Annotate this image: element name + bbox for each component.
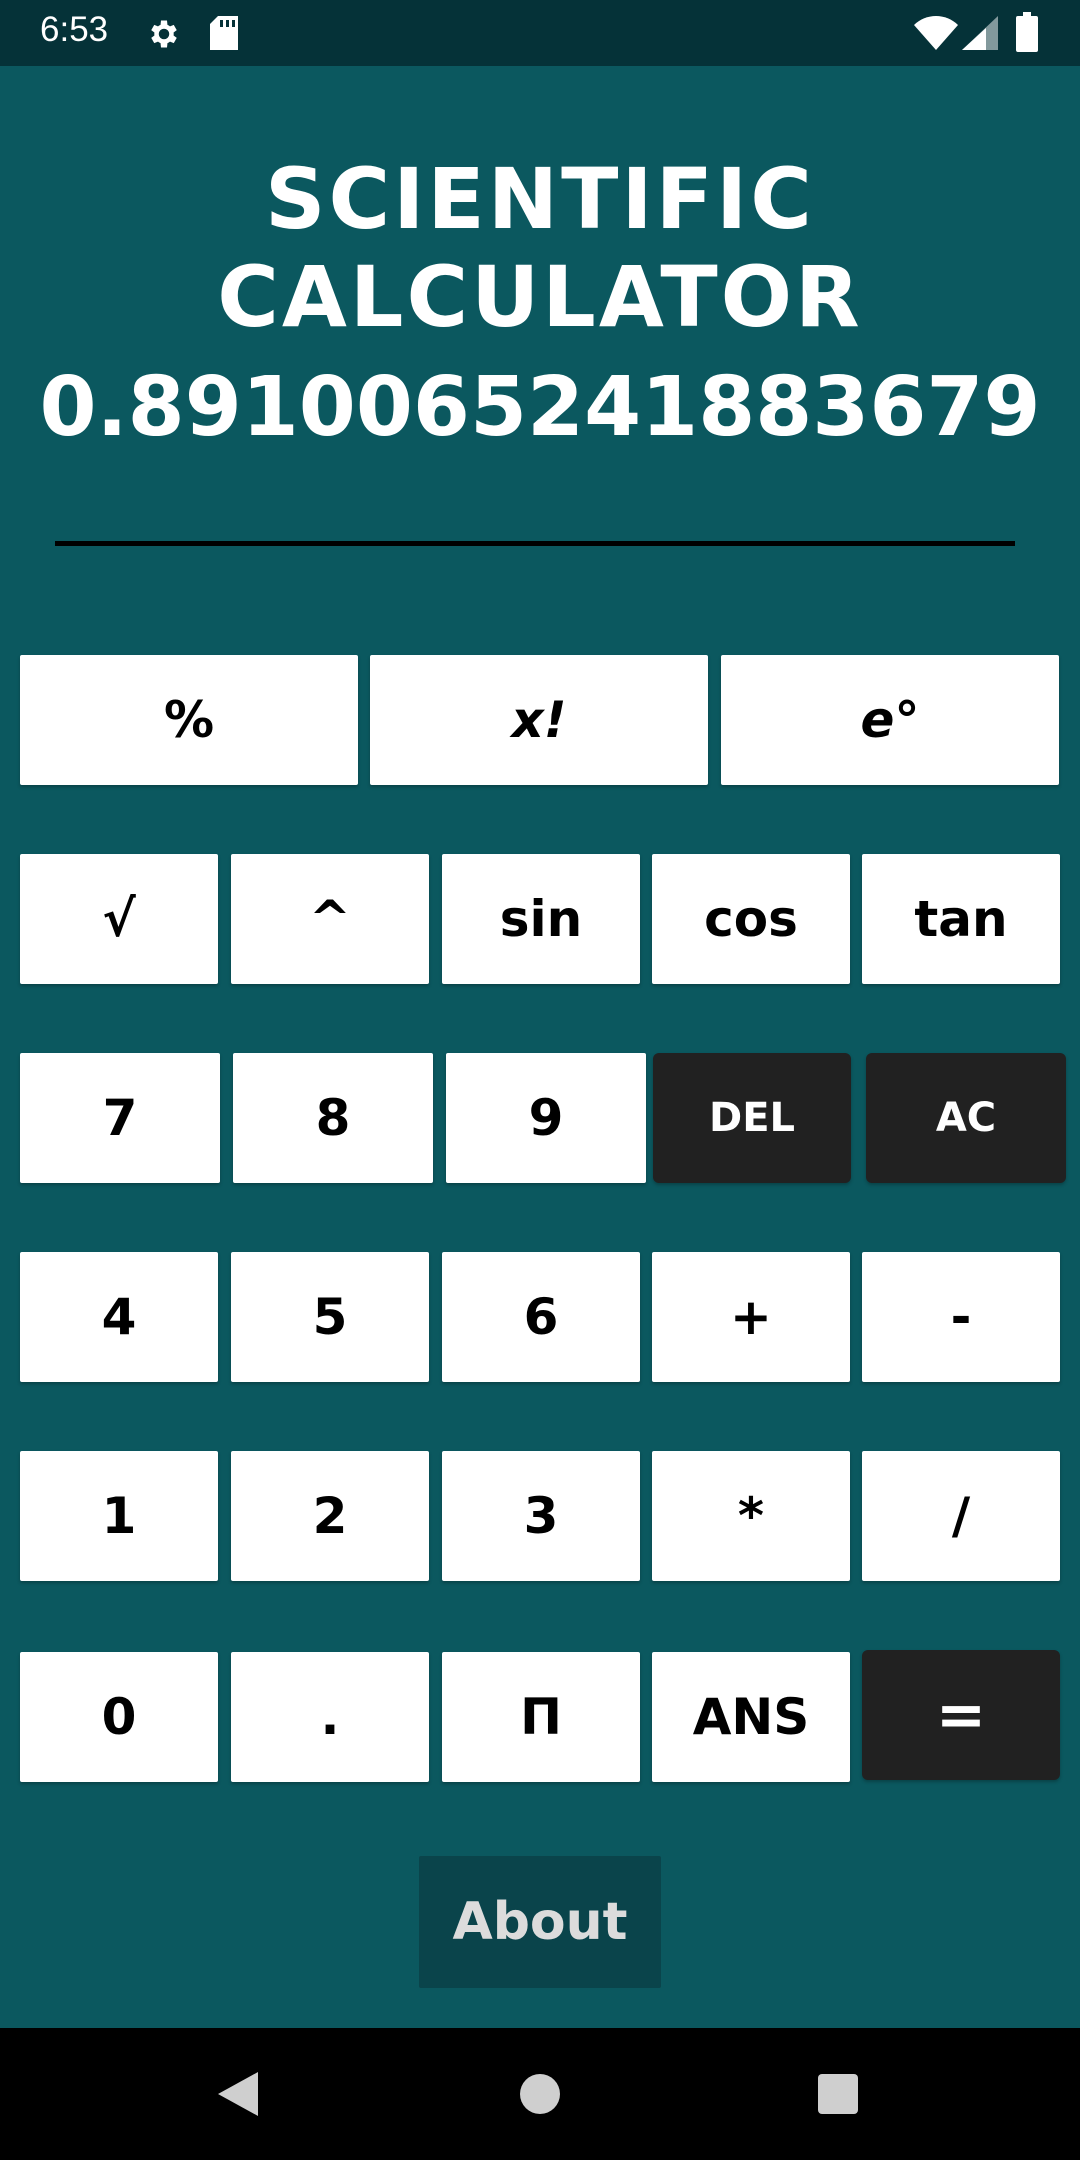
digit-2-key[interactable]: 2	[231, 1451, 429, 1581]
percent-key[interactable]: %	[20, 655, 358, 785]
digit-8-key[interactable]: 8	[233, 1053, 433, 1183]
app-title: SCIENTIFIC CALCULATOR	[217, 150, 863, 346]
decimal-point-key[interactable]: .	[231, 1652, 429, 1782]
pi-key[interactable]: Π	[442, 1652, 640, 1782]
battery-icon	[1016, 12, 1038, 56]
status-bar: 6:53	[0, 0, 1080, 66]
digit-3-key[interactable]: 3	[442, 1451, 640, 1581]
minus-key[interactable]: -	[862, 1252, 1060, 1382]
exp-key[interactable]: e°	[721, 655, 1059, 785]
recents-icon[interactable]	[818, 2074, 858, 2114]
plus-key[interactable]: +	[652, 1252, 850, 1382]
multiply-key[interactable]: *	[652, 1451, 850, 1581]
digit-6-key[interactable]: 6	[442, 1252, 640, 1382]
digit-9-key[interactable]: 9	[446, 1053, 646, 1183]
digit-0-key[interactable]: 0	[20, 1652, 218, 1782]
power-key[interactable]: ^	[231, 854, 429, 984]
about-button[interactable]: About	[419, 1856, 661, 1988]
sqrt-key[interactable]: √	[20, 854, 218, 984]
tan-key[interactable]: tan	[862, 854, 1060, 984]
digit-4-key[interactable]: 4	[20, 1252, 218, 1382]
back-icon[interactable]	[218, 2072, 258, 2116]
status-time: 6:53	[40, 10, 109, 49]
equals-key[interactable]: =	[862, 1650, 1060, 1780]
digit-5-key[interactable]: 5	[231, 1252, 429, 1382]
divide-key[interactable]: /	[862, 1451, 1060, 1581]
wifi-icon	[914, 16, 958, 54]
result-display: 0.8910065241883679	[39, 360, 1041, 455]
display-divider	[55, 541, 1015, 546]
factorial-key[interactable]: x!	[370, 655, 708, 785]
home-icon[interactable]	[520, 2074, 560, 2114]
sin-key[interactable]: sin	[442, 854, 640, 984]
signal-icon	[962, 16, 998, 54]
all-clear-key[interactable]: AC	[866, 1053, 1066, 1183]
delete-key[interactable]: DEL	[653, 1053, 851, 1183]
navigation-bar	[0, 2028, 1080, 2160]
digit-7-key[interactable]: 7	[20, 1053, 220, 1183]
sd-card-icon	[210, 16, 238, 54]
answer-key[interactable]: ANS	[652, 1652, 850, 1782]
digit-1-key[interactable]: 1	[20, 1451, 218, 1581]
cos-key[interactable]: cos	[652, 854, 850, 984]
gear-icon	[146, 16, 182, 56]
